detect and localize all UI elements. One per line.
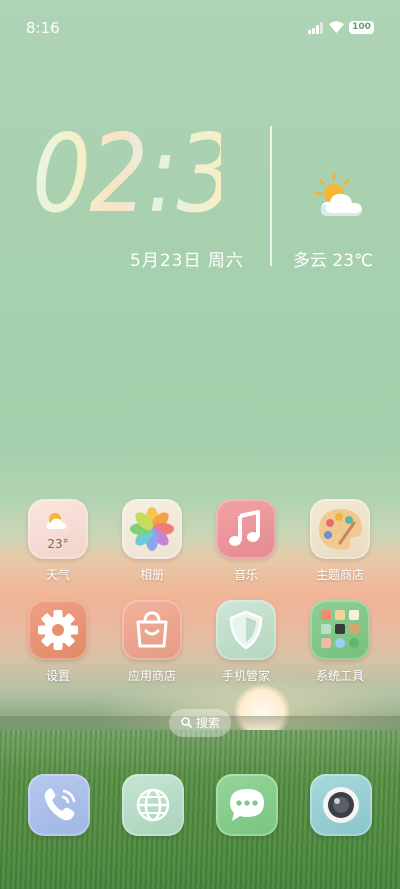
camera-icon <box>310 774 372 836</box>
gallery-flower-icon <box>122 499 182 559</box>
app-gallery[interactable]: 相册 <box>112 499 192 583</box>
app-label: 系统工具 <box>315 669 364 683</box>
messages-icon <box>216 774 278 836</box>
app-label: 天气 <box>45 568 70 582</box>
widget-divider <box>270 126 272 266</box>
app-system-tools[interactable]: 系统工具 <box>300 600 380 684</box>
app-app-store[interactable]: 应用商店 <box>112 600 192 684</box>
app-label: 设置 <box>45 669 70 683</box>
partly-cloudy-icon[interactable] <box>314 172 366 220</box>
app-weather[interactable]: 23° 天气 <box>18 499 98 583</box>
weather-app-temp: 23° <box>47 537 69 551</box>
status-time: 8:16 <box>26 19 60 37</box>
signal-icon <box>308 22 326 34</box>
status-bar: 8:16 100 <box>0 0 400 56</box>
dock-messages[interactable] <box>216 774 278 836</box>
palette-icon <box>310 499 370 559</box>
app-settings[interactable]: 设置 <box>18 600 98 684</box>
app-label: 相册 <box>139 568 164 582</box>
dock-browser[interactable] <box>122 774 184 836</box>
shield-icon <box>216 600 276 660</box>
dock-camera[interactable] <box>310 774 372 836</box>
app-phone-manager[interactable]: 手机管家 <box>206 600 286 684</box>
search-button[interactable]: 搜索 <box>169 709 231 737</box>
clock-widget[interactable]: 02:36 <box>32 112 293 237</box>
music-note-icon <box>216 499 276 559</box>
app-label: 音乐 <box>233 568 258 582</box>
app-label: 应用商店 <box>127 669 176 683</box>
tools-folder-icon <box>310 600 370 660</box>
dock-phone[interactable] <box>28 774 90 836</box>
shopping-bag-icon <box>122 600 182 660</box>
weather-summary: 多云 23℃ <box>293 251 374 271</box>
phone-icon <box>28 774 90 836</box>
weather-app-icon: 23° <box>28 499 88 559</box>
app-label: 主题商店 <box>315 568 364 582</box>
wifi-icon <box>329 21 344 33</box>
battery-icon: 100 <box>349 21 374 34</box>
gear-icon <box>28 600 88 660</box>
search-label: 搜索 <box>196 716 221 730</box>
search-icon <box>181 717 192 728</box>
clock-date: 5月23日 周六 <box>130 251 244 271</box>
app-label: 手机管家 <box>221 669 270 683</box>
clock-time: 02:36 <box>32 112 293 237</box>
app-music[interactable]: 音乐 <box>206 499 286 583</box>
app-theme-store[interactable]: 主题商店 <box>300 499 380 583</box>
browser-icon <box>122 774 184 836</box>
